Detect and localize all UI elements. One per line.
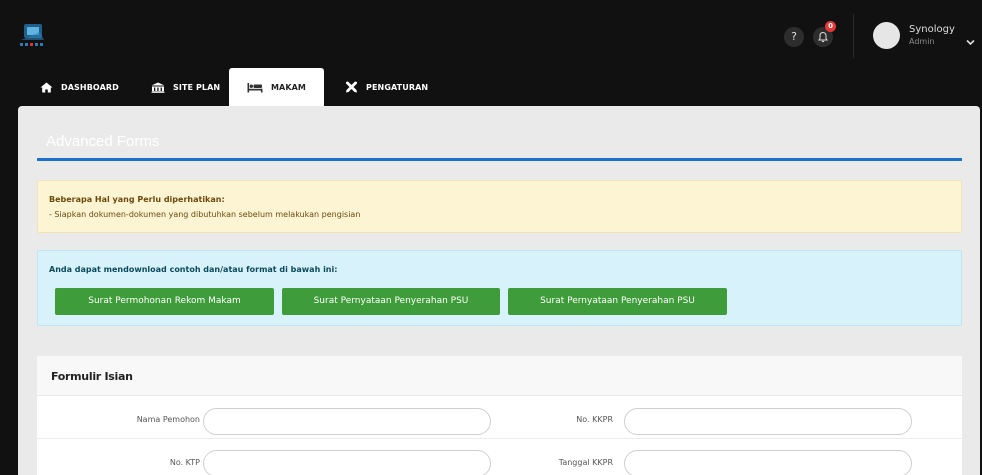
divider (853, 14, 854, 58)
label-no-ktp: No. KTP (169, 458, 200, 467)
chevron-down-icon[interactable] (966, 31, 975, 50)
nav-label: SITE PLAN (173, 82, 221, 92)
bed-icon (247, 82, 263, 92)
app-logo[interactable] (18, 22, 56, 50)
bell-icon (818, 31, 828, 43)
nav-item-makam[interactable]: MAKAM (229, 68, 324, 106)
form-card: Formulir Isian Nama Pemohon No. KKPR No.… (37, 356, 962, 475)
nav-label: MAKAM (270, 82, 306, 92)
download-pernyataan-psu-button-2[interactable]: Surat Pernyataan Penyerahan PSU (508, 288, 727, 315)
download-rekom-makam-button[interactable]: Surat Permohonan Rekom Makam (55, 288, 274, 315)
info-heading: Anda dapat mendownload contoh dan/atau f… (49, 265, 338, 274)
nav-label: DASHBOARD (61, 82, 119, 92)
tanggal-kkpr-input[interactable] (624, 450, 912, 475)
nav-item-pengaturan[interactable]: PENGATURAN (345, 68, 428, 106)
nav-item-dashboard[interactable]: DASHBOARD (40, 68, 119, 106)
no-kkpr-input[interactable] (624, 408, 912, 435)
building-icon (151, 82, 165, 93)
help-button[interactable]: ? (784, 27, 804, 47)
main-nav: DASHBOARD SITE PLAN MAKAM PENGATURAN (0, 68, 982, 106)
home-icon (40, 82, 53, 92)
tools-icon (346, 81, 357, 93)
title-divider (37, 158, 962, 161)
top-bar: ? 0 Synology Admin (0, 0, 982, 60)
form-header: Formulir Isian (37, 356, 962, 396)
nav-item-site-plan[interactable]: SITE PLAN (151, 68, 220, 106)
avatar[interactable] (873, 22, 900, 49)
download-pernyataan-psu-button[interactable]: Surat Pernyataan Penyerahan PSU (282, 288, 500, 315)
nav-label: PENGATURAN (366, 82, 429, 92)
nama-pemohon-input[interactable] (203, 408, 491, 435)
label-no-kkpr: No. KKPR (576, 415, 613, 424)
warning-alert: Beberapa Hal yang Perlu diperhatikan: - … (37, 180, 962, 233)
page-title: Advanced Forms (46, 133, 160, 150)
warning-heading: Beberapa Hal yang Perlu diperhatikan: (49, 195, 225, 204)
label-tanggal-kkpr: Tanggal KKPR (558, 458, 613, 467)
warning-text: - Siapkan dokumen-dokumen yang dibutuhka… (49, 210, 361, 219)
label-nama-pemohon: Nama Pemohon (136, 415, 200, 424)
row-divider (37, 438, 962, 439)
notification-badge: 0 (825, 21, 836, 32)
user-role: Admin (909, 37, 935, 46)
form-title: Formulir Isian (51, 370, 133, 383)
user-name[interactable]: Synology (909, 24, 955, 35)
no-ktp-input[interactable] (203, 450, 491, 475)
